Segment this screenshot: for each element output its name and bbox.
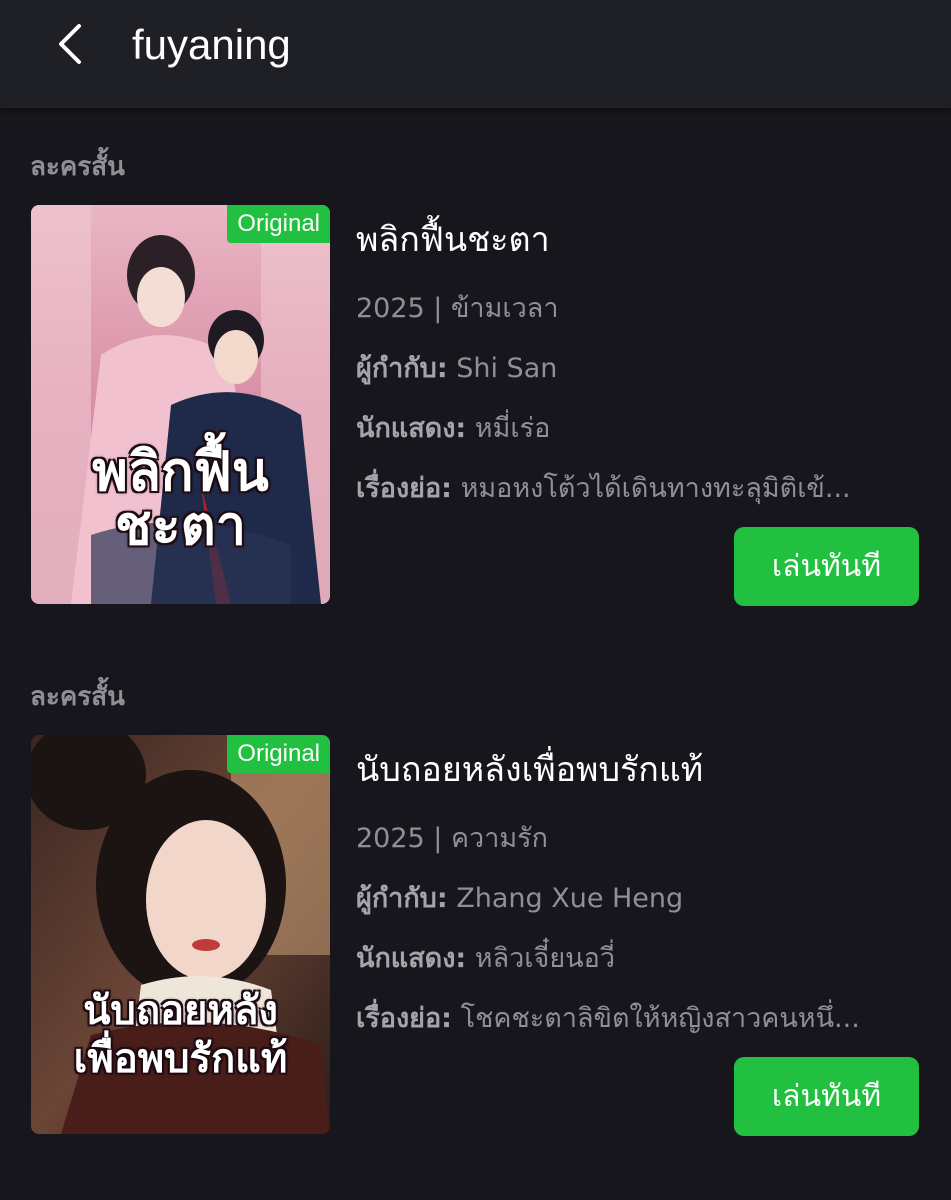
director-value: Zhang Xue Heng [456, 883, 684, 914]
section-label-short-drama: ละครสั้น [30, 682, 125, 712]
chevron-left-icon [59, 24, 81, 64]
synopsis-label: เรื่องย่อ: [356, 1003, 452, 1034]
synopsis-value: หมอหงโต้วได้เดินทางทะลุมิติเข้... [460, 473, 851, 504]
cast-label: นักแสดง: [356, 943, 467, 974]
synopsis-row: เรื่องย่อ: โชคชะตาลิขิตให้หญิงสาวคนหนึ่.… [356, 996, 916, 1039]
director-label: ผู้กำกับ: [356, 353, 448, 384]
director-label: ผู้กำกับ: [356, 883, 448, 914]
poster-1-title-line2: ชะตา [114, 494, 247, 557]
poster-1[interactable]: Original พลิกฟื้น ชะตา [31, 205, 330, 604]
poster-1-title-line1: พลิกฟื้น [92, 440, 269, 503]
play-now-button[interactable]: เล่นทันที [734, 527, 919, 606]
poster-2[interactable]: Original นับถอยหลัง เพื่อพบรักแท้ [31, 735, 330, 1134]
back-button[interactable] [44, 14, 96, 74]
synopsis-value: โชคชะตาลิขิตให้หญิงสาวคนหนึ่... [460, 1003, 860, 1034]
app-header: fuyaning [0, 0, 951, 108]
poster-2-title-line1: นับถอยหลัง [83, 988, 278, 1034]
section-label-short-drama: ละครสั้น [30, 152, 125, 182]
cast-value: หมี่เร่อ [474, 413, 551, 444]
original-badge: Original [227, 735, 330, 773]
synopsis-row: เรื่องย่อ: หมอหงโต้วได้เดินทางทะลุมิติเข… [356, 466, 916, 509]
director-row: ผู้กำกับ: Shi San [356, 346, 916, 389]
director-value: Shi San [456, 353, 558, 384]
director-row: ผู้กำกับ: Zhang Xue Heng [356, 876, 916, 919]
search-query-title: fuyaning [132, 21, 291, 68]
drama-title[interactable]: พลิกฟื้นชะตา [356, 212, 550, 266]
play-now-button[interactable]: เล่นทันที [734, 1057, 919, 1136]
original-badge: Original [227, 205, 330, 243]
synopsis-label: เรื่องย่อ: [356, 473, 452, 504]
poster-2-title-line2: เพื่อพบรักแท้ [73, 1036, 288, 1082]
cast-value: หลิวเจี๋ยนอวี่ [474, 943, 616, 974]
year-genre: 2025 | ความรัก [356, 823, 549, 854]
year-genre: 2025 | ข้ามเวลา [356, 293, 559, 324]
cast-row: นักแสดง: หลิวเจี๋ยนอวี่ [356, 936, 916, 979]
drama-title[interactable]: นับถอยหลังเพื่อพบรักแท้ [356, 742, 703, 796]
cast-row: นักแสดง: หมี่เร่อ [356, 406, 916, 449]
cast-label: นักแสดง: [356, 413, 467, 444]
